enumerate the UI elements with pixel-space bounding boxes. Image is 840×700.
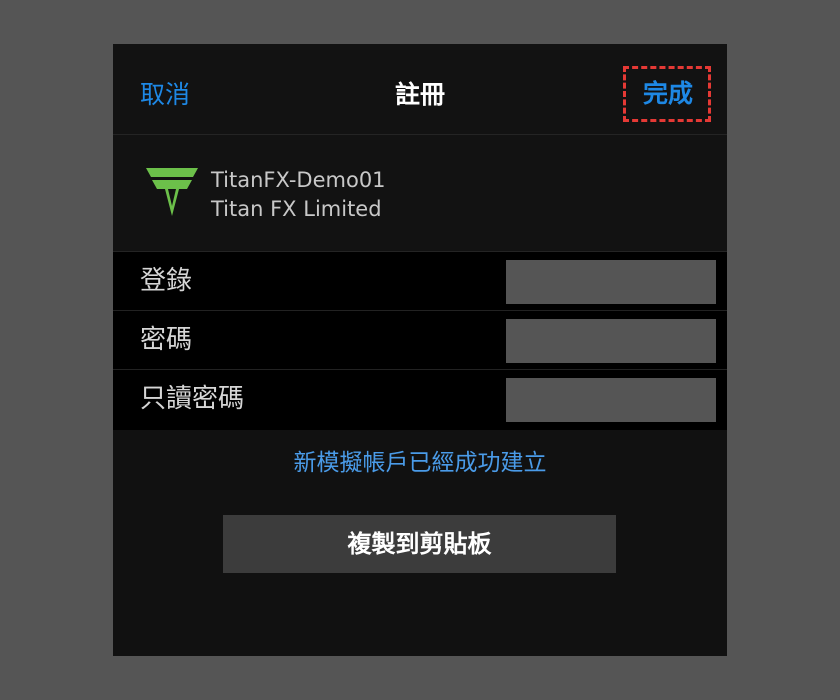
password-row: 密碼: [113, 311, 727, 370]
navigation-bar: 取消 註冊 完成: [113, 44, 727, 135]
credentials-list: 登錄 密碼 只讀密碼: [113, 252, 727, 430]
done-highlight-box: 完成: [623, 66, 711, 122]
readonly-password-row: 只讀密碼: [113, 370, 727, 429]
password-value[interactable]: [506, 319, 716, 363]
done-button[interactable]: 完成: [643, 79, 693, 109]
copy-to-clipboard-button[interactable]: 複製到剪貼板: [223, 515, 616, 573]
server-name: TitanFX-Demo01: [211, 168, 386, 192]
titan-fx-logo-icon: [146, 168, 198, 216]
password-label: 密碼: [140, 325, 193, 355]
login-row: 登錄: [113, 252, 727, 311]
registration-screen: 取消 註冊 完成 TitanFX-Demo01 Titan FX Limited…: [113, 44, 727, 656]
login-label: 登錄: [140, 266, 193, 296]
readonly-password-value[interactable]: [506, 378, 716, 422]
account-info: TitanFX-Demo01 Titan FX Limited: [113, 135, 727, 252]
readonly-password-label: 只讀密碼: [140, 384, 245, 414]
success-message: 新模擬帳戶已經成功建立: [293, 450, 547, 476]
company-name: Titan FX Limited: [211, 197, 382, 221]
login-value[interactable]: [506, 260, 716, 304]
